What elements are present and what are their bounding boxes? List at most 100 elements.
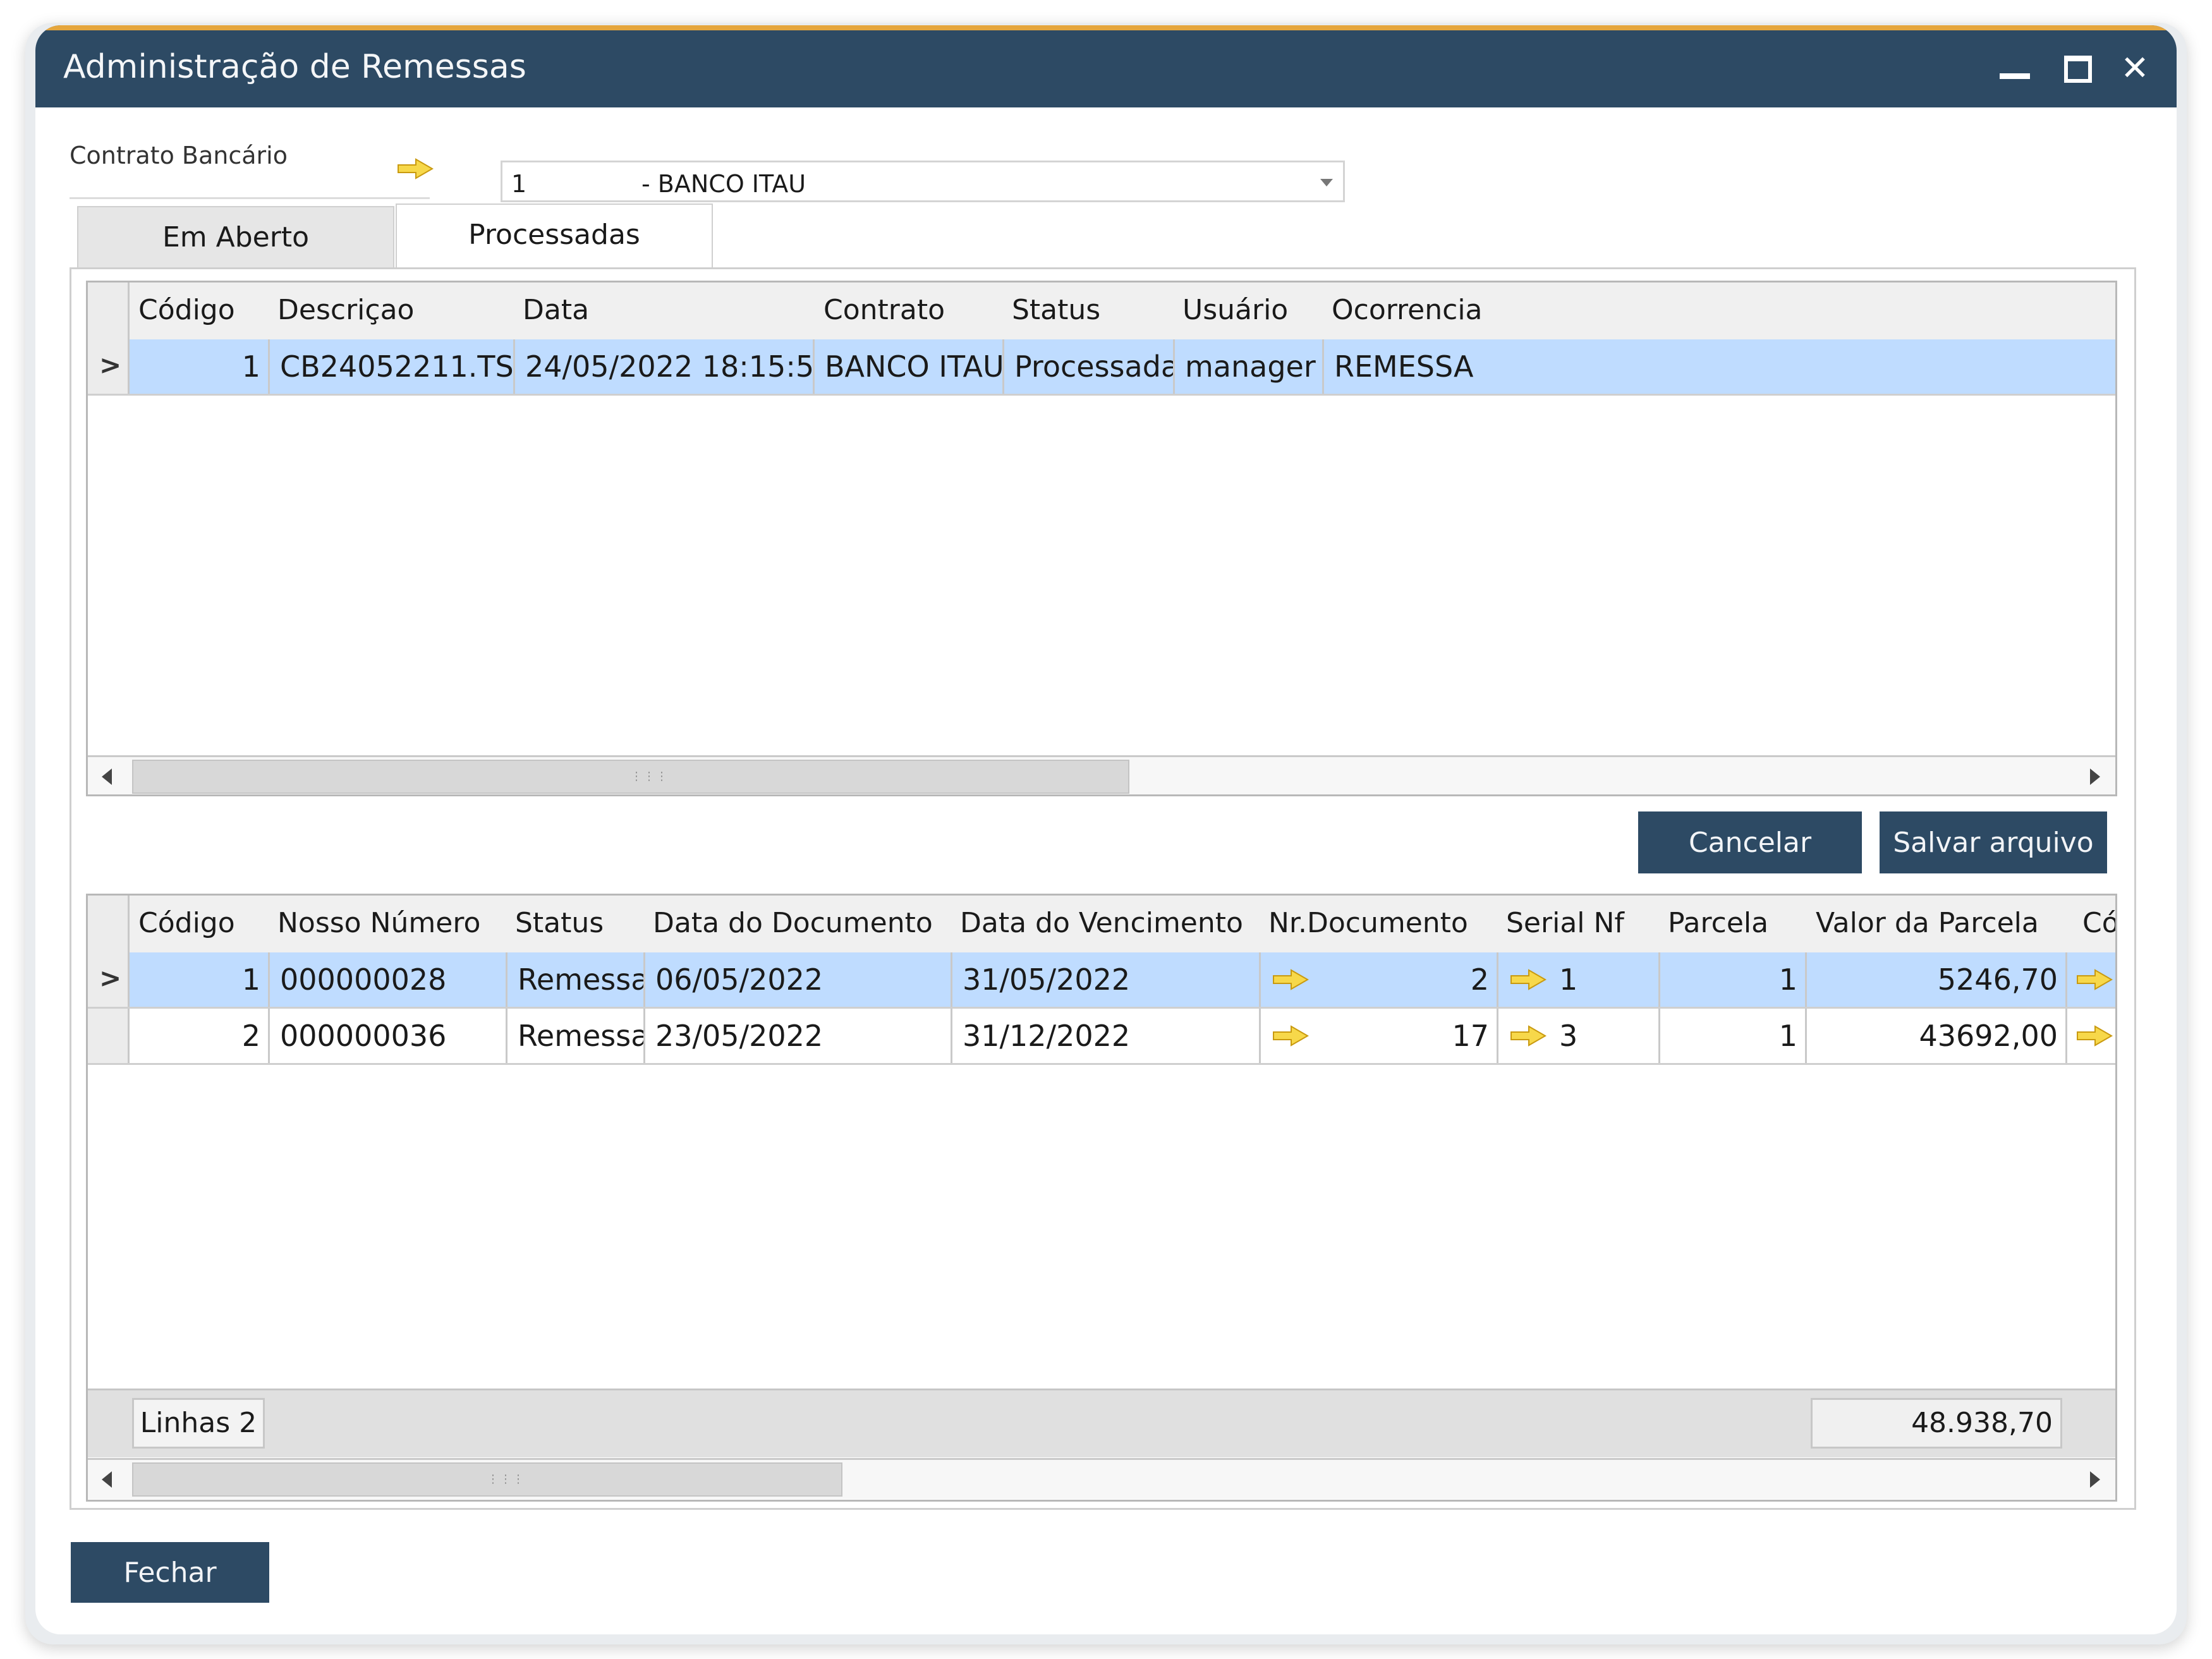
link-arrow-icon[interactable] [1510,1025,1547,1047]
grid-corner [88,283,130,339]
window-title: Administração de Remessas [63,48,526,86]
serial-nf-value: 1 [1559,963,1578,997]
cell-data-vencimento[interactable]: 31/12/2022 [952,1009,1261,1063]
grid-footer: Linhas 2 48.938,70 [88,1389,2115,1457]
nr-documento-value: 2 [1470,963,1489,997]
window: Administração de Remessas ✕ Contrato Ban… [35,25,2177,1634]
remessas-grid: Código Descriçao Data Contrato Status Us… [86,281,2117,796]
col-header-nosso-numero[interactable]: Nosso Número [277,907,480,939]
link-arrow-icon[interactable] [1510,969,1547,990]
col-header-data-documento[interactable]: Data do Documento [653,907,933,939]
cell-data-vencimento[interactable]: 31/05/2022 [952,952,1261,1007]
cell-parcela[interactable]: 1 [1660,952,1807,1007]
cell-status[interactable]: Processada [1004,339,1175,394]
scroll-left-icon[interactable] [88,757,130,794]
close-button[interactable]: Fechar [71,1542,269,1603]
cell-codigo[interactable]: 2 [130,1009,270,1063]
contract-select-value: 1 [511,170,527,198]
col-header-data[interactable]: Data [523,294,589,326]
tab-processadas[interactable]: Processadas [396,204,713,269]
col-header-codigo-truncated[interactable]: Có [2082,907,2115,939]
row-selector[interactable] [88,1009,130,1063]
col-header-codigo[interactable]: Código [138,907,235,939]
grid-corner [88,896,130,952]
col-header-nr-documento[interactable]: Nr.Documento [1268,907,1468,939]
col-header-parcela[interactable]: Parcela [1668,907,1768,939]
link-arrow-icon[interactable] [1272,969,1309,990]
link-arrow-icon[interactable] [1272,1025,1309,1047]
col-header-contrato[interactable]: Contrato [823,294,945,326]
cell-codigo[interactable]: 1 [130,952,270,1007]
cell-valor-parcela[interactable]: 43692,00 [1807,1009,2067,1063]
contract-select-name: - BANCO ITAU [641,170,806,198]
cell-serial-nf[interactable]: 3 [1498,1009,1660,1063]
parcelas-grid: Código Nosso Número Status Data do Docum… [86,894,2117,1502]
cell-serial-nf[interactable]: 1 [1498,952,1660,1007]
scrollbar-thumb[interactable]: ⋮⋮⋮ [132,1462,842,1497]
horizontal-scrollbar[interactable]: ⋮⋮⋮ [88,1458,2115,1499]
row-selector[interactable]: > [88,339,130,394]
serial-nf-value: 3 [1559,1019,1578,1053]
cell-nosso-numero[interactable]: 000000036 [270,1009,507,1063]
link-arrow-icon[interactable] [397,158,434,179]
cell-nr-documento[interactable]: 17 [1261,1009,1498,1063]
cell-nosso-numero[interactable]: 000000028 [270,952,507,1007]
col-header-codigo[interactable]: Código [138,294,235,326]
col-header-status[interactable]: Status [1012,294,1100,326]
cell-codigo[interactable]: 1 [130,339,270,394]
cell-status[interactable]: Remessa [507,1009,645,1063]
cell-status[interactable]: Remessa [507,952,645,1007]
col-header-descricao[interactable]: Descriçao [277,294,414,326]
scrollbar-thumb[interactable]: ⋮⋮⋮ [132,760,1129,794]
table-row[interactable]: > 1 000000028 Remessa 06/05/2022 31/05/2… [88,952,2115,1009]
link-arrow-icon[interactable] [2076,1025,2113,1047]
cell-nr-documento[interactable]: 2 [1261,952,1498,1007]
grip-icon: ⋮⋮⋮ [487,1473,525,1486]
cell-valor-parcela[interactable]: 5246,70 [1807,952,2067,1007]
nr-documento-value: 17 [1452,1019,1489,1053]
title-bar: Administração de Remessas ✕ [35,25,2177,107]
col-header-ocorrencia[interactable]: Ocorrencia [1332,294,1483,326]
cell-data[interactable]: 24/05/2022 18:15:53 [515,339,815,394]
chevron-down-icon[interactable] [1320,179,1333,186]
contract-field-row: Contrato Bancário 1 - BANCO ITAU [70,126,1356,202]
grip-icon: ⋮⋮⋮ [631,770,669,783]
table-row[interactable]: 2 000000036 Remessa 23/05/2022 31/12/202… [88,1009,2115,1065]
cancel-button[interactable]: Cancelar [1638,811,1862,873]
link-arrow-icon[interactable] [2076,969,2113,990]
maximize-icon[interactable] [2058,49,2096,87]
cell-data-documento[interactable]: 23/05/2022 [645,1009,952,1063]
cell-codigo-truncated[interactable] [2067,952,2115,1007]
contract-select[interactable]: 1 - BANCO ITAU [501,161,1345,202]
contract-label-underline [70,197,430,199]
grid-header: Código Nosso Número Status Data do Docum… [88,896,2115,954]
minimize-icon[interactable] [1995,49,2033,87]
table-row[interactable]: > 1 CB24052211.TST 24/05/2022 18:15:53 B… [88,339,2115,396]
close-icon[interactable]: ✕ [2116,49,2154,87]
cell-contrato[interactable]: BANCO ITAU [815,339,1004,394]
contract-label: Contrato Bancário [70,142,288,169]
scroll-right-icon[interactable] [2074,757,2115,794]
cell-data-documento[interactable]: 06/05/2022 [645,952,952,1007]
horizontal-scrollbar[interactable]: ⋮⋮⋮ [88,755,2115,794]
col-header-serial-nf[interactable]: Serial Nf [1506,907,1624,939]
col-header-status[interactable]: Status [515,907,604,939]
chevron-right-icon: > [99,963,122,994]
save-file-button[interactable]: Salvar arquivo [1880,811,2107,873]
scroll-right-icon[interactable] [2074,1460,2115,1499]
chevron-right-icon: > [99,349,122,380]
cell-codigo-truncated[interactable] [2067,1009,2115,1063]
scroll-left-icon[interactable] [88,1460,130,1499]
row-selector[interactable]: > [88,952,130,1007]
cell-parcela[interactable]: 1 [1660,1009,1807,1063]
cell-descricao[interactable]: CB24052211.TST [270,339,515,394]
grid-header: Código Descriçao Data Contrato Status Us… [88,283,2115,341]
col-header-valor-parcela[interactable]: Valor da Parcela [1816,907,2039,939]
row-count: Linhas 2 [132,1398,265,1449]
col-header-data-vencimento[interactable]: Data do Vencimento [960,907,1243,939]
cell-usuario[interactable]: manager [1175,339,1324,394]
tab-em-aberto[interactable]: Em Aberto [77,206,394,269]
cell-ocorrencia[interactable]: REMESSA [1324,339,2114,394]
col-header-usuario[interactable]: Usuário [1182,294,1288,326]
total-value: 48.938,70 [1811,1398,2062,1449]
